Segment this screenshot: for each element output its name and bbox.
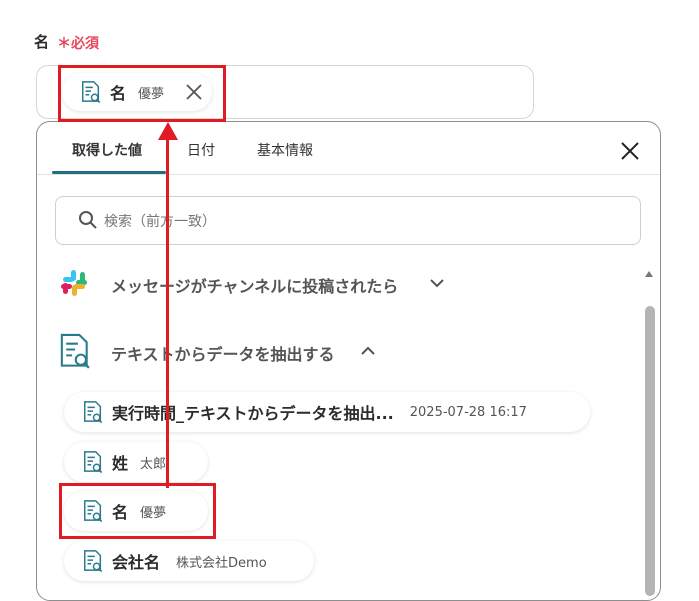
highlight-box-source xyxy=(59,483,216,539)
item-key: 実行時間_テキストからデータを抽出... xyxy=(112,404,394,423)
section-extract-data[interactable]: テキストからデータを抽出する xyxy=(111,341,335,365)
list-item-last-name[interactable]: 姓 太郎 xyxy=(64,442,208,482)
required-badge: ＊必須 xyxy=(57,36,99,52)
document-search-icon xyxy=(84,401,103,424)
tab-date[interactable]: 日付 xyxy=(187,140,215,160)
item-key: 会社名 xyxy=(112,553,161,572)
highlight-box-selected xyxy=(58,65,226,122)
tab-divider xyxy=(37,174,660,175)
item-value: 株式会社Demo xyxy=(176,555,267,571)
document-search-icon xyxy=(84,451,103,474)
search-placeholder: 検索（前方一致） xyxy=(104,214,216,230)
section-slack-trigger[interactable]: メッセージがチャンネルに投稿されたら xyxy=(111,273,398,297)
item-value: 2025-07-28 16:17 xyxy=(409,404,527,420)
annotation-arrow-head-icon xyxy=(158,122,178,140)
close-icon[interactable] xyxy=(620,141,640,161)
item-key: 姓 xyxy=(112,454,129,473)
chevron-up-icon[interactable] xyxy=(360,345,376,357)
chevron-down-icon[interactable] xyxy=(429,277,445,289)
annotation-arrow-line xyxy=(166,137,169,488)
scrollbar-thumb[interactable] xyxy=(645,306,655,596)
list-item-company-name[interactable]: 会社名 株式会社Demo xyxy=(64,541,314,581)
field-label: 名 xyxy=(34,33,50,51)
tab-basic-info[interactable]: 基本情報 xyxy=(257,140,313,160)
active-tab-indicator xyxy=(52,171,166,174)
tab-acquired-values[interactable]: 取得した値 xyxy=(72,140,142,160)
item-value: 太郎 xyxy=(140,456,167,472)
document-search-icon xyxy=(60,333,90,369)
search-icon xyxy=(79,211,97,229)
document-search-icon xyxy=(84,550,103,573)
list-item-execution-time[interactable]: 実行時間_テキストからデータを抽出... 2025-07-28 16:17 xyxy=(64,392,590,432)
slack-icon xyxy=(61,270,87,296)
scroll-up-arrow-icon[interactable] xyxy=(644,270,654,278)
